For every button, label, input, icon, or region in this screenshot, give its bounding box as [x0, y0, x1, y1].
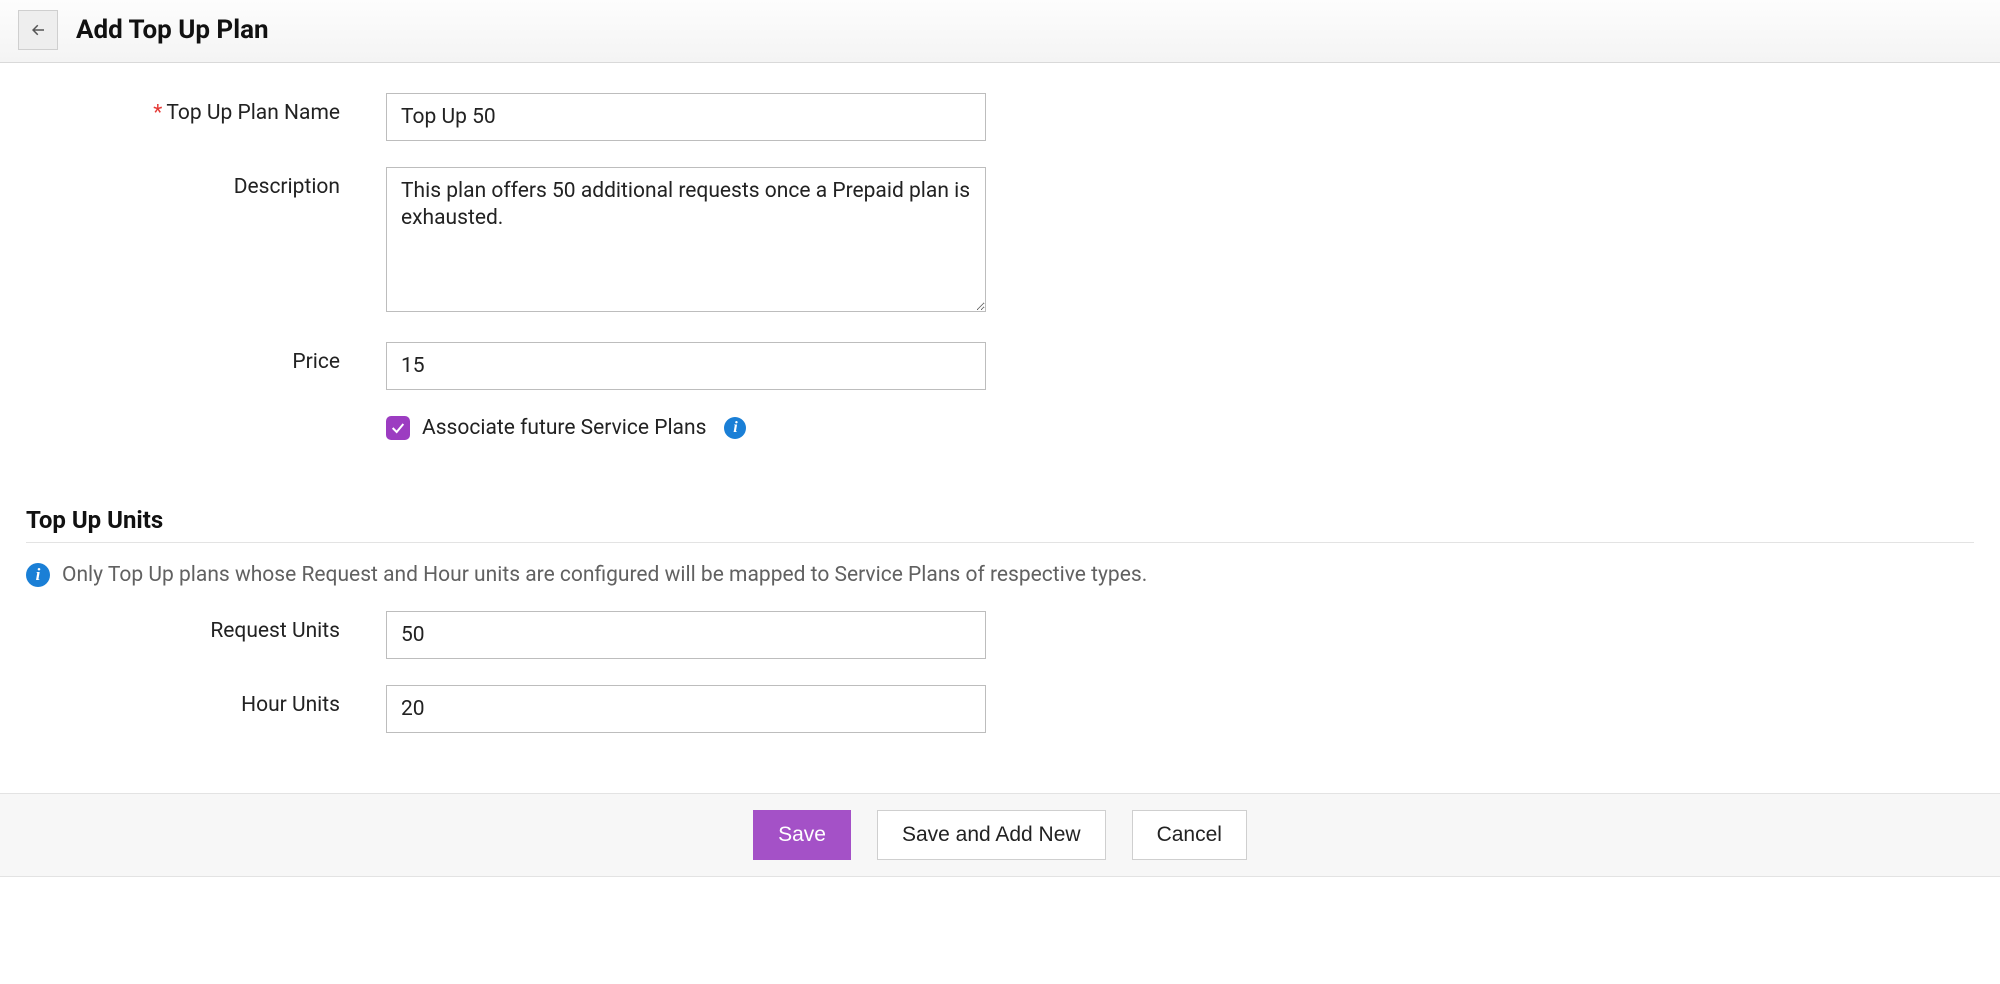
save-and-add-new-button[interactable]: Save and Add New	[877, 810, 1106, 860]
description-textarea[interactable]: This plan offers 50 additional requests …	[386, 167, 986, 312]
row-request-units: Request Units	[26, 611, 1974, 659]
cancel-button[interactable]: Cancel	[1132, 810, 1247, 860]
page-title: Add Top Up Plan	[76, 15, 269, 45]
form-area: *Top Up Plan Name Description This plan …	[0, 63, 2000, 440]
row-plan-name: *Top Up Plan Name	[26, 93, 1974, 141]
row-associate-future: Associate future Service Plans i	[26, 416, 1974, 440]
page-header: Add Top Up Plan	[0, 0, 2000, 63]
row-price: Price	[26, 342, 1974, 390]
units-hint-text: Only Top Up plans whose Request and Hour…	[62, 563, 1147, 587]
units-form-area: Request Units Hour Units	[0, 611, 2000, 733]
plan-name-input[interactable]	[386, 93, 986, 141]
required-star-icon: *	[153, 101, 162, 125]
footer-actions: Save Save and Add New Cancel	[0, 793, 2000, 877]
associate-future-label: Associate future Service Plans	[422, 416, 706, 440]
arrow-left-icon	[29, 21, 47, 39]
section-title-top-up-units: Top Up Units	[0, 466, 2000, 542]
check-icon	[390, 420, 406, 436]
associate-future-checkbox[interactable]	[386, 416, 410, 440]
label-plan-name: *Top Up Plan Name	[26, 93, 386, 125]
save-button[interactable]: Save	[753, 810, 851, 860]
info-icon[interactable]: i	[724, 417, 746, 439]
price-input[interactable]	[386, 342, 986, 390]
label-hour-units: Hour Units	[26, 685, 386, 717]
request-units-input[interactable]	[386, 611, 986, 659]
row-hour-units: Hour Units	[26, 685, 1974, 733]
label-description: Description	[26, 167, 386, 199]
row-description: Description This plan offers 50 addition…	[26, 167, 1974, 316]
back-button[interactable]	[18, 10, 58, 50]
label-price: Price	[26, 342, 386, 374]
hour-units-input[interactable]	[386, 685, 986, 733]
info-icon: i	[26, 563, 50, 587]
label-request-units: Request Units	[26, 611, 386, 643]
units-hint-row: i Only Top Up plans whose Request and Ho…	[0, 543, 2000, 611]
